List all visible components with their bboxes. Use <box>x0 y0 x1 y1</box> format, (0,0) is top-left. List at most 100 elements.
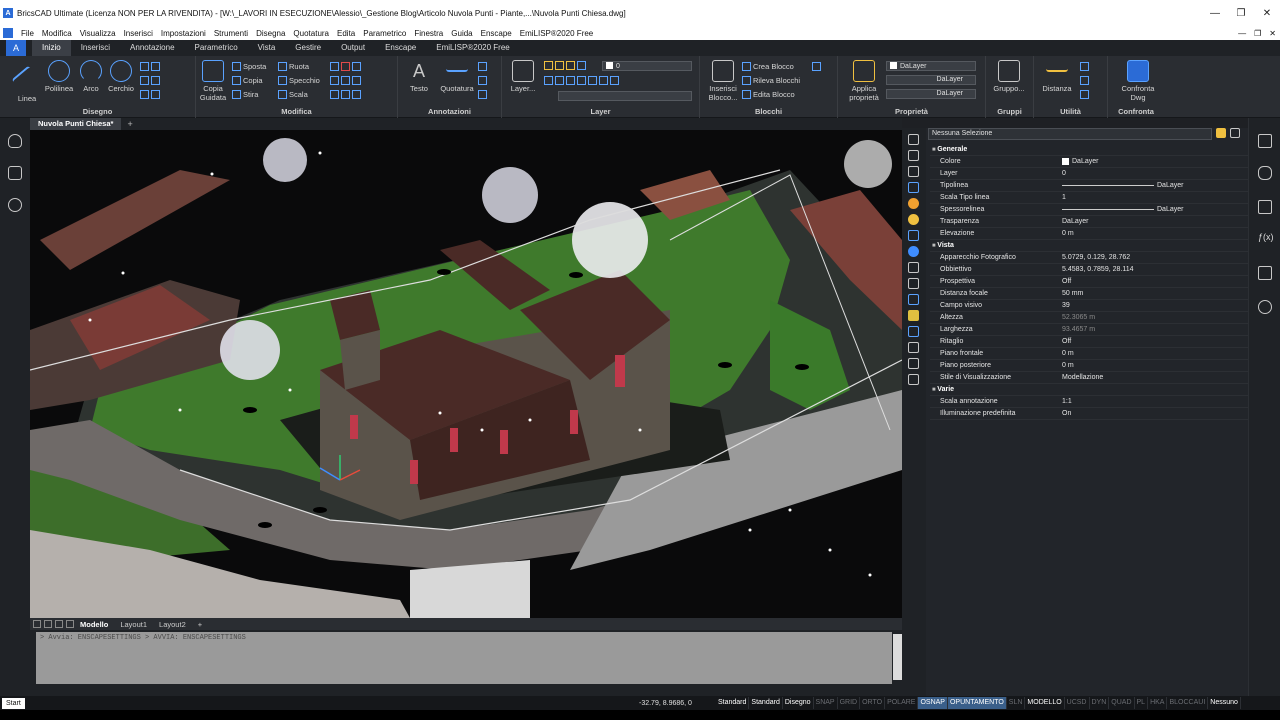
layer-button[interactable]: Layer... <box>506 60 540 93</box>
doc-close-button[interactable]: ✕ <box>1269 29 1276 38</box>
linetype-select[interactable]: DaLayer <box>886 75 976 85</box>
layer-state-icons[interactable] <box>544 61 586 70</box>
status-toggle[interactable]: QUAD <box>1109 697 1135 709</box>
balloon-icon[interactable] <box>8 198 22 212</box>
tab-annotazione[interactable]: Annotazione <box>120 40 184 56</box>
property-row[interactable]: Apparecchio Fotografico 5.0729, 0.129, 28… <box>930 252 1248 264</box>
property-row[interactable]: Layer 0 <box>930 168 1248 180</box>
status-toggle[interactable]: GRID <box>838 697 861 709</box>
menu-inserisci[interactable]: Inserisci <box>120 29 157 38</box>
manage-icon[interactable] <box>908 166 919 177</box>
circle-button[interactable]: Cerchio <box>104 60 138 93</box>
detect-blocks-button[interactable]: Rileva Blocchi <box>742 76 800 85</box>
stretch-button[interactable]: Stira <box>232 90 258 99</box>
new-document-button[interactable]: + <box>121 119 138 129</box>
property-row[interactable]: Obbiettivo 5.4583, 0.7859, 28.114 <box>930 264 1248 276</box>
text-button[interactable]: A Testo <box>402 60 436 93</box>
layer-filter-select[interactable] <box>558 91 692 101</box>
lock-icon[interactable] <box>908 262 919 273</box>
structure-icon[interactable] <box>1258 266 1272 280</box>
grid-tool[interactable] <box>478 90 487 99</box>
restore-button[interactable]: ❐ <box>1228 0 1254 26</box>
select-tools[interactable] <box>1080 62 1089 71</box>
fillet-tools[interactable] <box>330 76 361 85</box>
doc-minimize-button[interactable]: — <box>1238 29 1246 38</box>
sun-icon[interactable] <box>908 198 919 209</box>
property-row[interactable]: Ritaglio Off <box>930 336 1248 348</box>
status-toggle[interactable]: HKA <box>1148 697 1168 709</box>
pointer-tool[interactable] <box>1080 76 1089 85</box>
first-layout-button[interactable] <box>33 620 41 628</box>
viewcube-icon[interactable] <box>908 326 919 337</box>
next-layout-button[interactable] <box>55 620 63 628</box>
arc-button[interactable]: Arco <box>74 60 108 93</box>
grid-panel-icon[interactable] <box>1258 200 1272 214</box>
dimension-button[interactable]: Quotatura <box>436 60 478 93</box>
menu-modifica[interactable]: Modifica <box>38 29 76 38</box>
status-toggle[interactable]: OSNAP <box>918 697 948 709</box>
tab-modello[interactable]: Modello <box>74 620 114 629</box>
menu-parametrico[interactable]: Parametrico <box>359 29 410 38</box>
tab-gestire[interactable]: Gestire <box>285 40 331 56</box>
menu-strumenti[interactable]: Strumenti <box>210 29 252 38</box>
add-layout-button[interactable]: + <box>192 620 208 629</box>
look-from-widget[interactable] <box>844 140 892 188</box>
status-toggle[interactable]: DYN <box>1090 697 1110 709</box>
status-toggle[interactable]: PL <box>1135 697 1149 709</box>
properties-section-header[interactable]: Vista <box>930 240 1248 252</box>
block-extra-tools[interactable] <box>812 62 821 71</box>
status-toggle[interactable]: SNAP <box>814 697 838 709</box>
status-toggle[interactable]: BLOCCAUI <box>1167 697 1209 709</box>
document-tab[interactable]: Nuvola Punti Chiesa* <box>30 118 122 130</box>
polyline-button[interactable]: Polilinea <box>42 60 76 93</box>
command-scrollbar[interactable] <box>893 634 902 680</box>
mtext-tool[interactable] <box>478 76 487 85</box>
property-row[interactable]: Piano frontale 0 m <box>930 348 1248 360</box>
status-toggle[interactable]: MODELLO <box>1025 697 1065 709</box>
filter-icon[interactable] <box>1216 128 1226 138</box>
match-properties-button[interactable]: Applica proprietà <box>844 60 884 102</box>
status-toggle[interactable]: SLN <box>1007 697 1026 709</box>
drawing-viewport[interactable] <box>30 130 902 618</box>
tab-emilisp[interactable]: EmiLISP®2020 Free <box>426 40 519 56</box>
status-toggle[interactable]: Nessuno <box>1208 697 1241 709</box>
properties-section-header[interactable]: Varie <box>930 384 1248 396</box>
status-toggle[interactable]: Standard <box>749 697 783 709</box>
tab-enscape[interactable]: Enscape <box>375 40 426 56</box>
move-button[interactable]: Sposta <box>232 62 266 71</box>
unlock-icon[interactable] <box>908 278 919 289</box>
status-toggle[interactable]: Standard <box>716 697 750 709</box>
menu-edita[interactable]: Edita <box>333 29 359 38</box>
viewports-icon[interactable] <box>908 134 919 145</box>
layer-select[interactable]: 0 <box>602 61 692 71</box>
status-toggle[interactable]: Disegno <box>783 697 814 709</box>
command-line[interactable]: > Avvia: ENSCAPESETTINGS > AVVIA: ENSCAP… <box>36 632 892 684</box>
copy-button[interactable]: Copia <box>232 76 263 85</box>
window-icon[interactable] <box>908 150 919 161</box>
property-row[interactable]: Scala Tipo linea 1 <box>930 192 1248 204</box>
trim-tools[interactable] <box>330 62 361 71</box>
close-button[interactable]: ✕ <box>1254 0 1280 26</box>
status-toggle[interactable]: UCSD <box>1065 697 1090 709</box>
marker-icon[interactable] <box>908 246 919 257</box>
view-icon[interactable] <box>908 294 919 305</box>
tab-vista[interactable]: Vista <box>248 40 286 56</box>
settings-sliders-icon[interactable] <box>1258 134 1272 148</box>
render-icon[interactable] <box>908 342 919 353</box>
property-row[interactable]: Stile di Visualizzazione Modellazione <box>930 372 1248 384</box>
layers-panel-icon[interactable] <box>8 166 22 180</box>
scale-button[interactable]: Scala <box>278 90 308 99</box>
tab-inserisci[interactable]: Inserisci <box>71 40 120 56</box>
property-row[interactable]: Larghezza 93.4657 m <box>930 324 1248 336</box>
property-row[interactable]: Colore DaLayer <box>930 156 1248 168</box>
menu-disegna[interactable]: Disegna <box>252 29 289 38</box>
copy-guided-button[interactable]: Copia Guidata <box>196 60 230 102</box>
lightbulb-icon[interactable] <box>8 134 22 148</box>
rotate-button[interactable]: Ruota <box>278 62 309 71</box>
calc-tool[interactable] <box>1080 90 1089 99</box>
create-block-button[interactable]: Crea Blocco <box>742 62 794 71</box>
cloud-upload-icon[interactable] <box>1258 300 1272 314</box>
menu-visualizza[interactable]: Visualizza <box>76 29 120 38</box>
compare-dwg-button[interactable]: Confronta Dwg <box>1118 60 1158 102</box>
tab-parametrico[interactable]: Parametrico <box>185 40 248 56</box>
